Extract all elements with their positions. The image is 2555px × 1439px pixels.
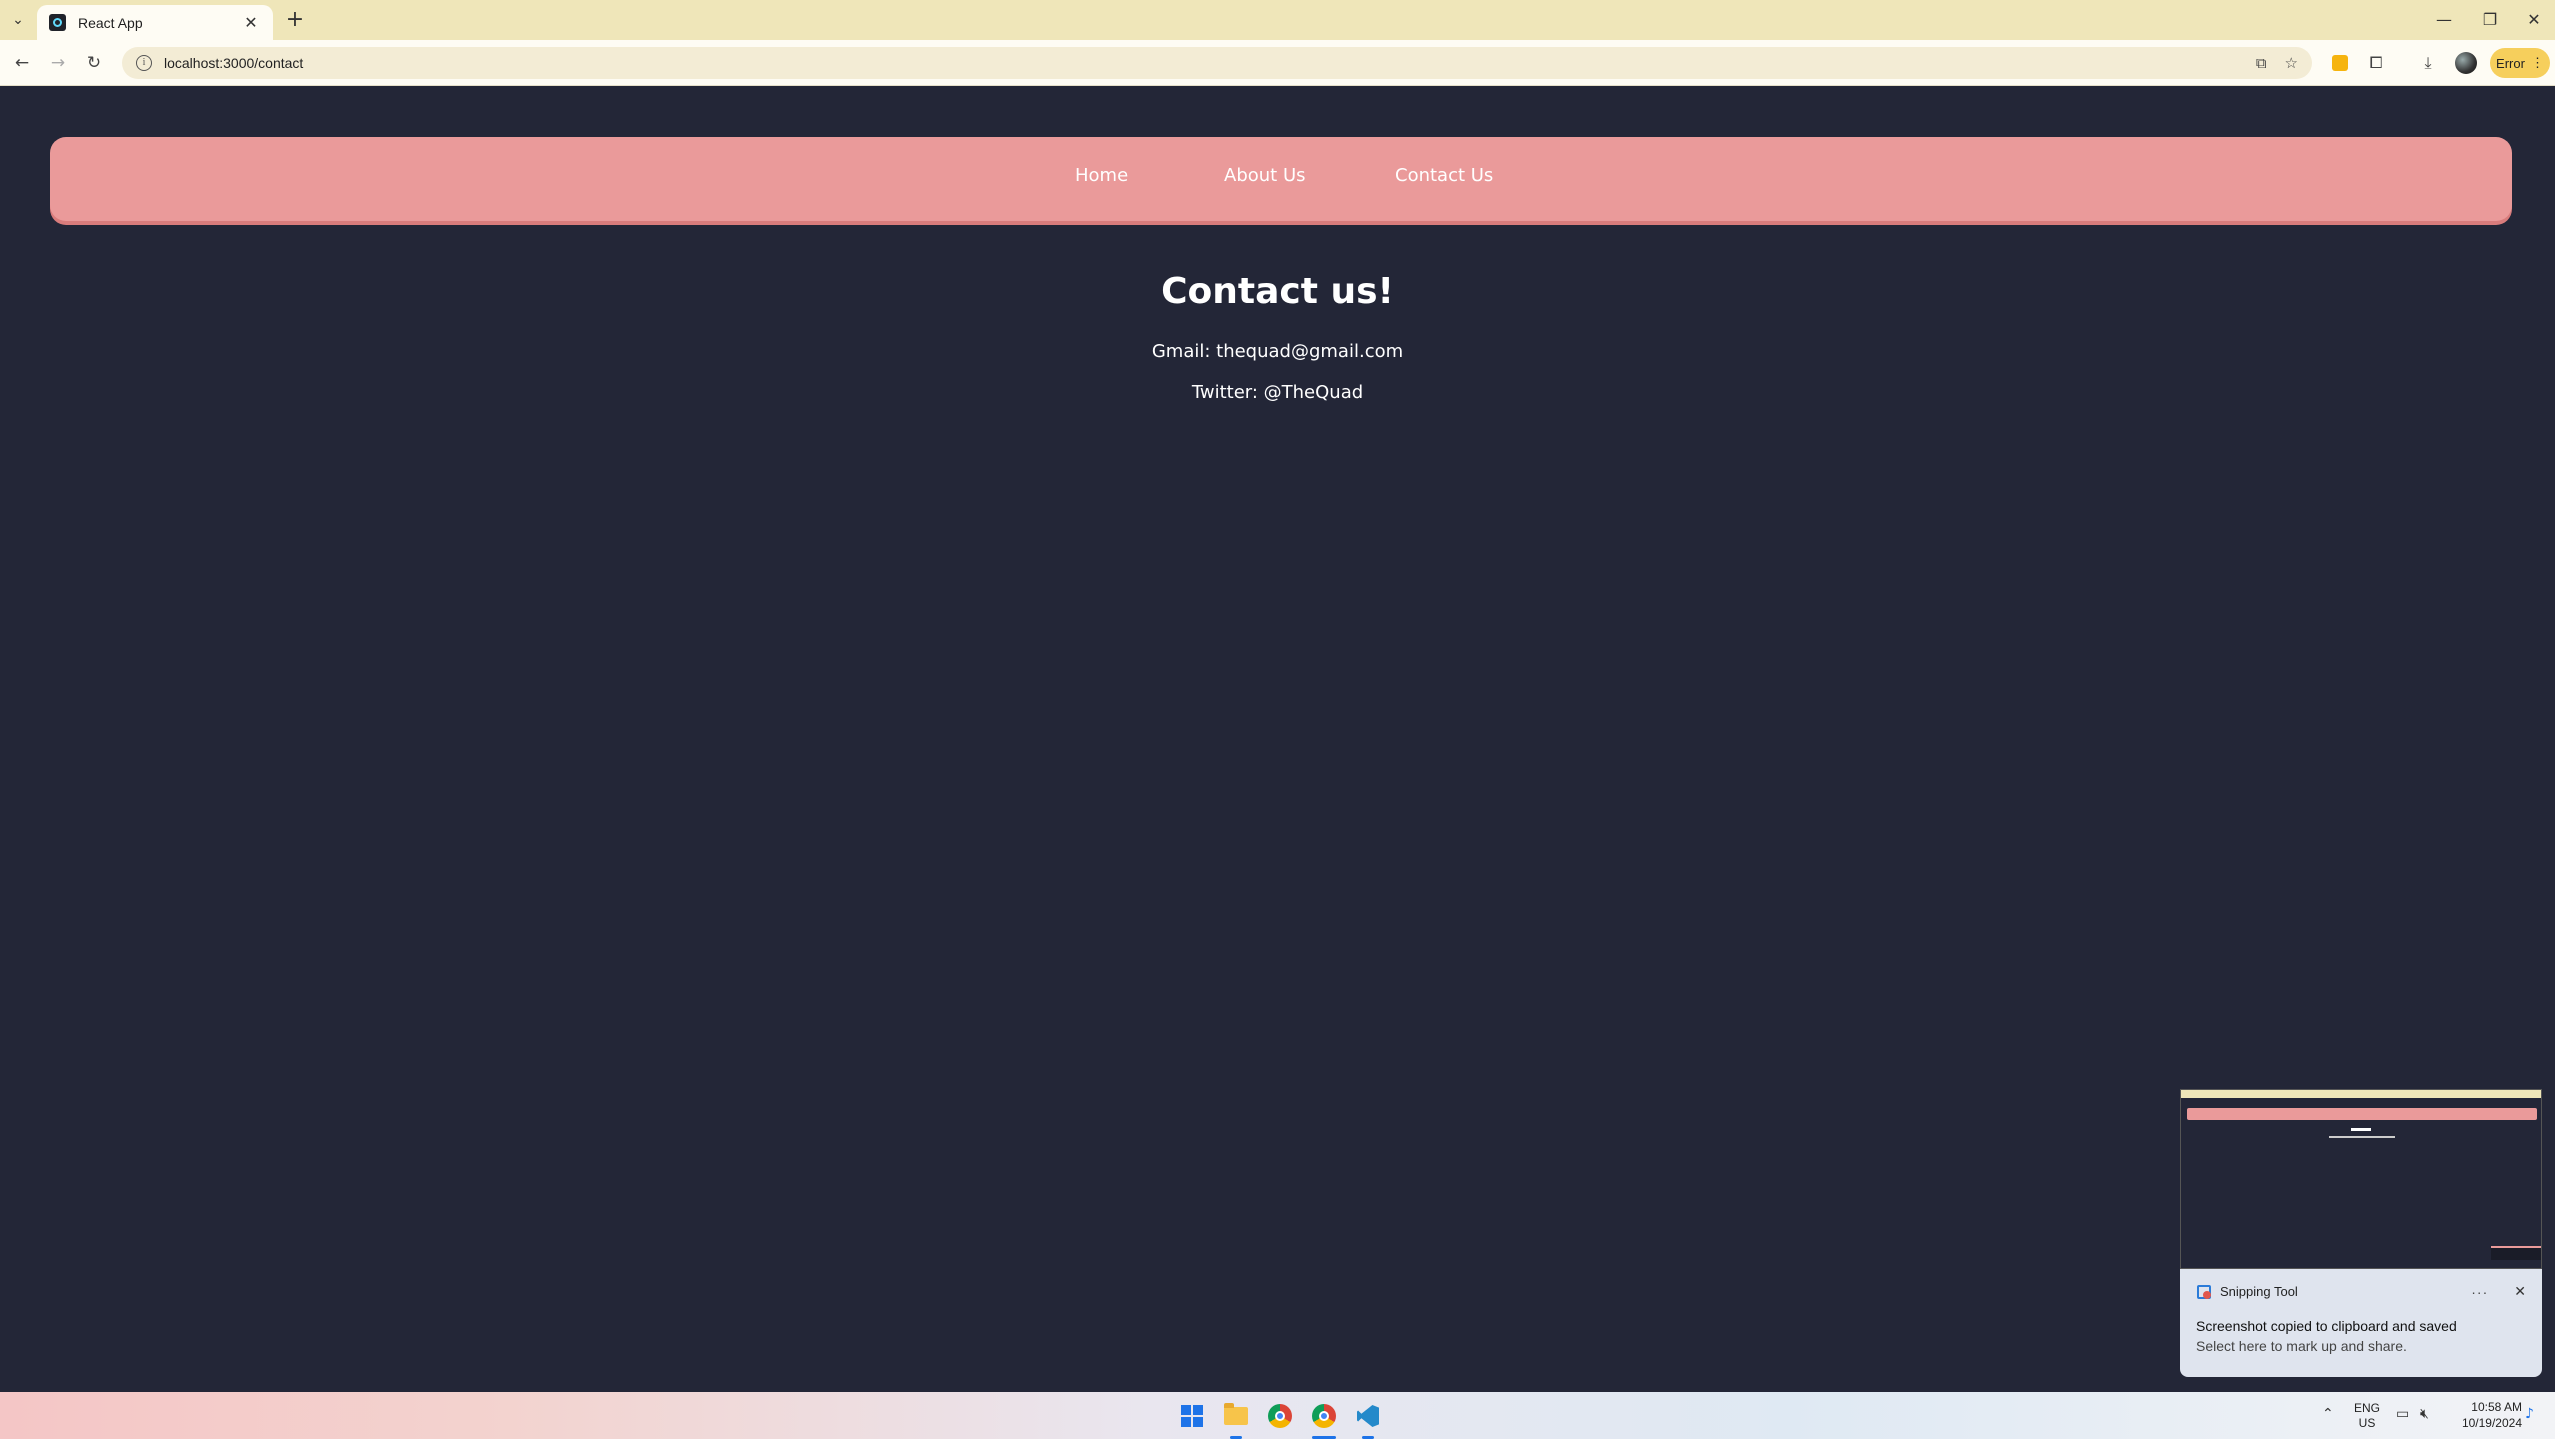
taskbar: ⌃ ENG US ▭ 🔇︎ 10:58 AM 10/19/2024 ♪ — [0, 1392, 2555, 1439]
nav-link-home[interactable]: Home — [1075, 165, 1128, 186]
install-app-icon[interactable]: ⧉ — [2256, 54, 2267, 72]
more-options-icon[interactable]: ··· — [2471, 1284, 2488, 1300]
toast-title: Screenshot copied to clipboard and saved — [2196, 1318, 2457, 1334]
back-arrow-icon[interactable]: ← — [8, 49, 36, 77]
extension-yellow-icon[interactable] — [2326, 49, 2354, 77]
site-info-icon[interactable]: i — [136, 55, 152, 71]
nav-link-about-us[interactable]: About Us — [1224, 165, 1306, 186]
tab-strip: ⌄ React App ✕ + — ❐ ✕ — [0, 0, 2555, 40]
windows-start-icon[interactable] — [1176, 1400, 1208, 1432]
extensions-puzzle-icon[interactable]: ⧠ — [2362, 49, 2390, 77]
address-bar[interactable]: i localhost:3000/contact ⧉ ☆ — [122, 47, 2312, 79]
chrome-icon[interactable] — [1264, 1400, 1296, 1432]
page-heading: Contact us! — [1161, 271, 1394, 312]
tab-close-icon[interactable]: ✕ — [241, 13, 261, 32]
tab-title: React App — [78, 14, 143, 31]
gmail-line: Gmail: thequad@gmail.com — [1151, 341, 1404, 362]
error-badge-button[interactable]: Error ⋮ — [2490, 48, 2550, 78]
close-window-icon[interactable]: ✕ — [2516, 6, 2552, 34]
file-explorer-icon[interactable] — [1220, 1400, 1252, 1432]
toast-app-name: Snipping Tool — [2220, 1284, 2298, 1299]
restore-icon[interactable]: ❐ — [2472, 6, 2508, 34]
volume-muted-icon[interactable]: 🔇︎ — [2420, 1406, 2429, 1422]
downloads-icon[interactable]: ⤓ — [2414, 49, 2442, 77]
minimize-icon[interactable]: — — [2426, 6, 2462, 34]
tab-search-chevron-icon[interactable]: ⌄ — [4, 6, 32, 34]
snipping-tool-notification[interactable]: Snipping Tool ··· ✕ Screenshot copied to… — [2180, 1269, 2542, 1377]
snipping-tool-icon — [2196, 1284, 2212, 1300]
toast-body: Select here to mark up and share. — [2196, 1338, 2407, 1354]
clock-date[interactable]: 10/19/2024 — [2446, 1416, 2522, 1430]
nav-links: Home About Us Contact Us — [50, 137, 2512, 221]
tray-chevron-up-icon[interactable]: ⌃ — [2322, 1406, 2334, 1422]
kebab-menu-icon: ⋮ — [2530, 55, 2544, 70]
forward-arrow-icon[interactable]: → — [44, 49, 72, 77]
reload-icon[interactable]: ↻ — [80, 49, 108, 77]
browser-toolbar: ← → ↻ i localhost:3000/contact ⧉ ☆ ⧠ ⤓ E… — [0, 40, 2555, 86]
clock-time[interactable]: 10:58 AM — [2446, 1400, 2522, 1414]
url-text[interactable]: localhost:3000/contact — [164, 55, 2238, 71]
page-content: Home About Us Contact Us Contact us! Gma… — [0, 86, 2555, 1392]
chrome-profile-icon[interactable] — [1308, 1400, 1340, 1432]
browser-tab[interactable]: React App ✕ — [37, 5, 273, 40]
nav-link-contact-us[interactable]: Contact Us — [1395, 165, 1493, 186]
error-label: Error — [2496, 55, 2525, 71]
bookmark-star-icon[interactable]: ☆ — [2285, 54, 2298, 72]
navbar: Home About Us Contact Us — [50, 137, 2512, 221]
notification-bell-icon[interactable]: ♪ — [2525, 1406, 2541, 1422]
profile-avatar[interactable] — [2452, 49, 2480, 77]
network-icon[interactable]: ▭ — [2396, 1406, 2409, 1422]
lang-top[interactable]: ENG — [2352, 1401, 2382, 1415]
react-favicon-icon — [49, 14, 66, 31]
screenshot-thumbnail[interactable] — [2180, 1089, 2542, 1269]
new-tab-plus-icon[interactable]: + — [281, 6, 309, 34]
lang-bottom[interactable]: US — [2352, 1416, 2382, 1430]
vscode-icon[interactable] — [1352, 1400, 1384, 1432]
toast-close-icon[interactable]: ✕ — [2514, 1283, 2526, 1300]
twitter-line: Twitter: @TheQuad — [1191, 382, 1364, 403]
